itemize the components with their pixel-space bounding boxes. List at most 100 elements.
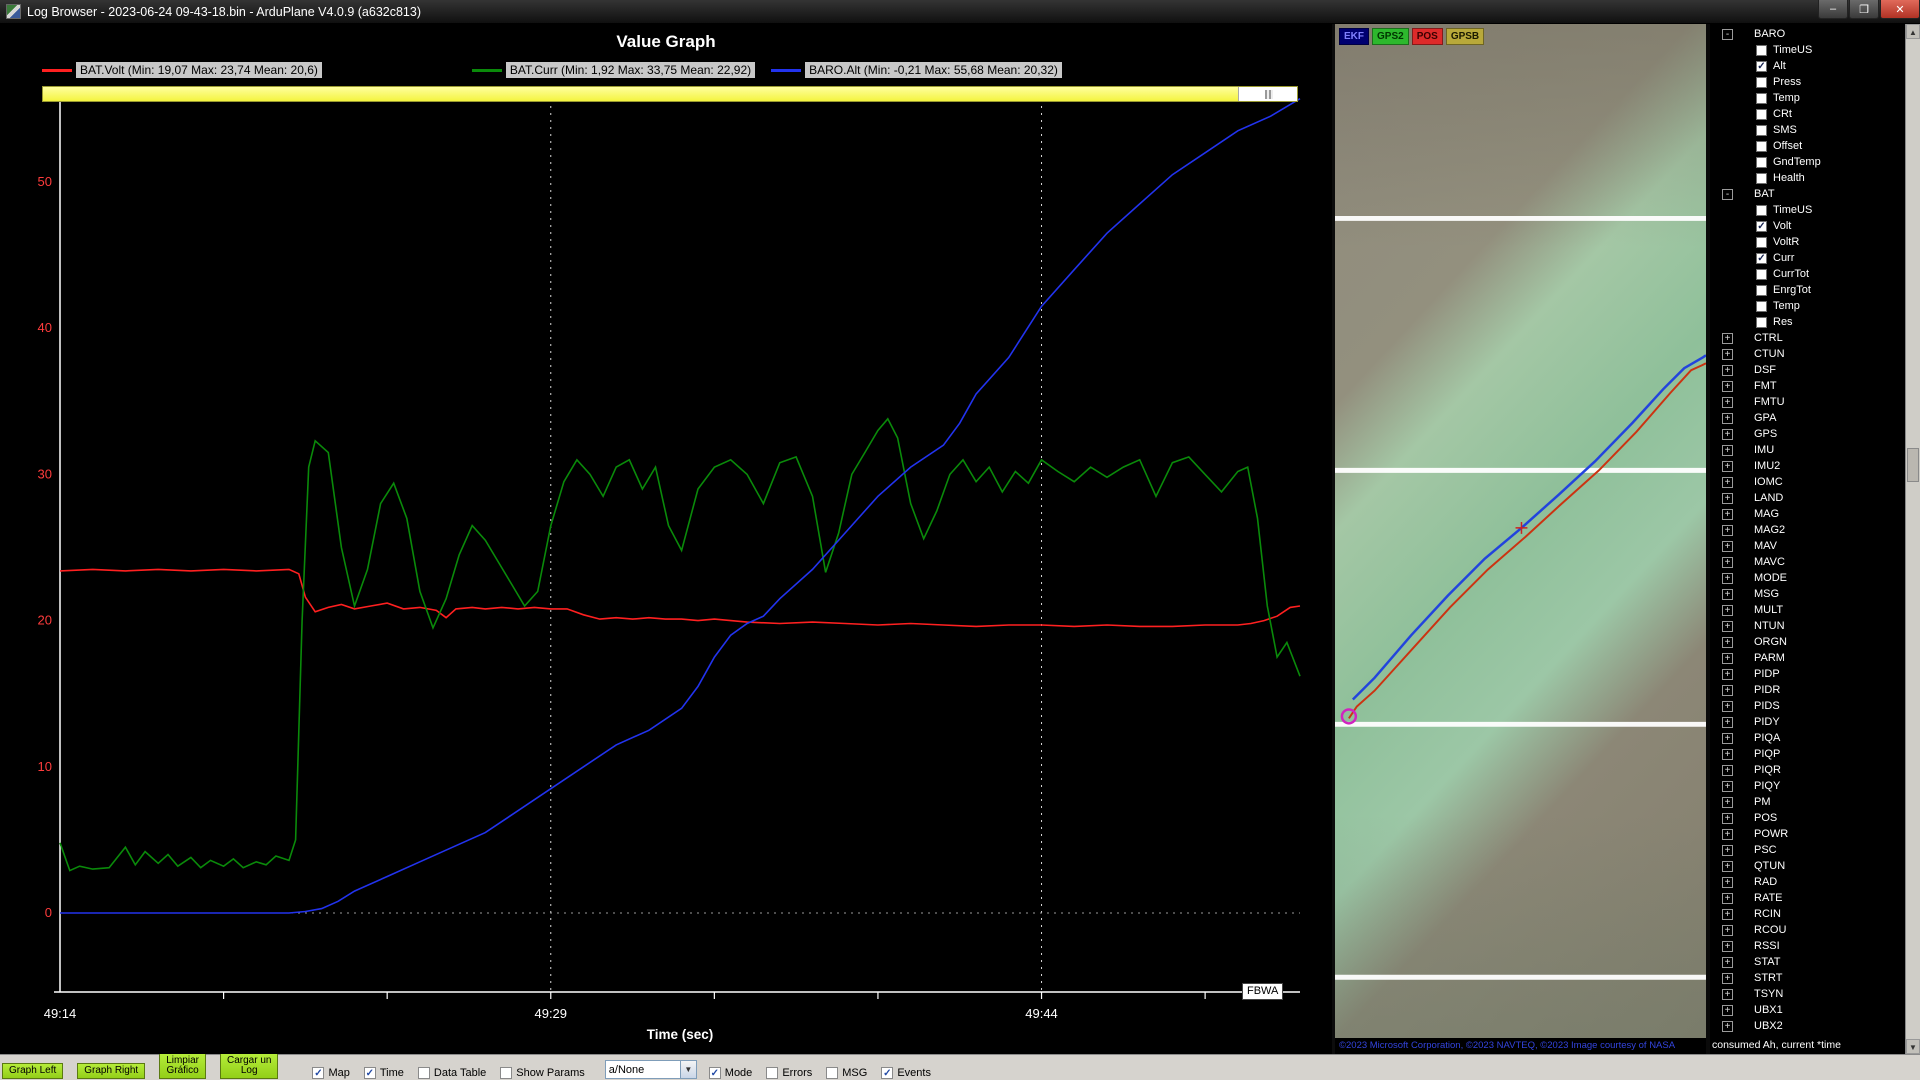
tree-group-FMTU[interactable]: +FMTU <box>1710 394 1905 410</box>
checkbox-icon[interactable] <box>826 1067 838 1079</box>
tree-group-MAG2[interactable]: +MAG2 <box>1710 522 1905 538</box>
expand-icon[interactable]: + <box>1722 685 1733 696</box>
scroll-down-icon[interactable]: ▼ <box>1906 1039 1920 1054</box>
tree-group-GPA[interactable]: +GPA <box>1710 410 1905 426</box>
map-canvas[interactable]: EKFGPS2POSGPSB <box>1335 24 1706 1038</box>
tree-item-BARO-GndTemp[interactable]: GndTemp <box>1710 154 1905 170</box>
expand-icon[interactable]: + <box>1722 733 1733 744</box>
tree-scrollbar[interactable]: ▲ ▼ <box>1905 24 1920 1054</box>
tree-group-RCIN[interactable]: +RCIN <box>1710 906 1905 922</box>
expand-icon[interactable]: + <box>1722 765 1733 776</box>
expand-icon[interactable]: + <box>1722 749 1733 760</box>
expand-icon[interactable]: + <box>1722 621 1733 632</box>
tree-item-BAT-Temp[interactable]: Temp <box>1710 298 1905 314</box>
map-button-ekf[interactable]: EKF <box>1339 28 1369 45</box>
tree-group-UBX2[interactable]: +UBX2 <box>1710 1018 1905 1034</box>
chevron-down-icon[interactable]: ▼ <box>680 1061 696 1078</box>
tree-group-PSC[interactable]: +PSC <box>1710 842 1905 858</box>
scroll-up-icon[interactable]: ▲ <box>1906 24 1920 39</box>
expand-icon[interactable]: + <box>1722 365 1733 376</box>
expand-icon[interactable]: + <box>1722 461 1733 472</box>
collapse-icon[interactable]: - <box>1722 189 1733 200</box>
zoom-scrollbar[interactable] <box>42 86 1298 102</box>
mode-filter-dropdown[interactable]: a/None ▼ <box>605 1060 697 1079</box>
checkbox-checked-icon[interactable]: ✓ <box>312 1067 324 1079</box>
tree-item-BARO-Offset[interactable]: Offset <box>1710 138 1905 154</box>
checkbox-icon[interactable] <box>1756 301 1767 312</box>
expand-icon[interactable]: + <box>1722 605 1733 616</box>
map-button-gps2[interactable]: GPS2 <box>1372 28 1409 45</box>
checkbox-checked-icon[interactable]: ✓ <box>1756 221 1767 232</box>
toolbar-check-msg[interactable]: MSG <box>826 1067 867 1079</box>
expand-icon[interactable]: + <box>1722 349 1733 360</box>
tree-item-BARO-Health[interactable]: Health <box>1710 170 1905 186</box>
expand-icon[interactable]: + <box>1722 861 1733 872</box>
checkbox-checked-icon[interactable]: ✓ <box>881 1067 893 1079</box>
checkbox-icon[interactable] <box>1756 157 1767 168</box>
toolbar-button-cargar-un[interactable]: Cargar un Log <box>220 1053 278 1079</box>
checkbox-icon[interactable] <box>1756 317 1767 328</box>
expand-icon[interactable]: + <box>1722 957 1733 968</box>
tree-item-BARO-CRt[interactable]: CRt <box>1710 106 1905 122</box>
expand-icon[interactable]: + <box>1722 701 1733 712</box>
expand-icon[interactable]: + <box>1722 813 1733 824</box>
expand-icon[interactable]: + <box>1722 477 1733 488</box>
tree-group-IMU[interactable]: +IMU <box>1710 442 1905 458</box>
checkbox-icon[interactable] <box>1756 269 1767 280</box>
tree-group-POS[interactable]: +POS <box>1710 810 1905 826</box>
tree-group-BARO[interactable]: -BARO <box>1710 26 1905 42</box>
checkbox-checked-icon[interactable]: ✓ <box>709 1067 721 1079</box>
tree-group-NTUN[interactable]: +NTUN <box>1710 618 1905 634</box>
expand-icon[interactable]: + <box>1722 893 1733 904</box>
expand-icon[interactable]: + <box>1722 797 1733 808</box>
toolbar-button-limpiar[interactable]: Limpiar Gráfico <box>159 1053 206 1079</box>
checkbox-icon[interactable] <box>1756 45 1767 56</box>
expand-icon[interactable]: + <box>1722 653 1733 664</box>
expand-icon[interactable]: + <box>1722 525 1733 536</box>
scrollbar-thumb[interactable] <box>1907 448 1919 482</box>
tree-group-MODE[interactable]: +MODE <box>1710 570 1905 586</box>
tree-group-PIDS[interactable]: +PIDS <box>1710 698 1905 714</box>
expand-icon[interactable]: + <box>1722 717 1733 728</box>
checkbox-icon[interactable] <box>766 1067 778 1079</box>
checkbox-icon[interactable] <box>1756 285 1767 296</box>
toolbar-check-mode[interactable]: ✓Mode <box>709 1067 753 1079</box>
tree-group-IOMC[interactable]: +IOMC <box>1710 474 1905 490</box>
expand-icon[interactable]: + <box>1722 877 1733 888</box>
expand-icon[interactable]: + <box>1722 941 1733 952</box>
checkbox-checked-icon[interactable]: ✓ <box>1756 253 1767 264</box>
expand-icon[interactable]: + <box>1722 669 1733 680</box>
zoom-selected-range[interactable] <box>43 87 1239 101</box>
tree-item-BAT-VoltR[interactable]: VoltR <box>1710 234 1905 250</box>
tree-item-BAT-Res[interactable]: Res <box>1710 314 1905 330</box>
expand-icon[interactable]: + <box>1722 493 1733 504</box>
tree-group-RSSI[interactable]: +RSSI <box>1710 938 1905 954</box>
collapse-icon[interactable]: - <box>1722 29 1733 40</box>
checkbox-checked-icon[interactable]: ✓ <box>1756 61 1767 72</box>
tree-group-PARM[interactable]: +PARM <box>1710 650 1905 666</box>
expand-icon[interactable]: + <box>1722 413 1733 424</box>
expand-icon[interactable]: + <box>1722 573 1733 584</box>
checkbox-icon[interactable] <box>1756 173 1767 184</box>
checkbox-icon[interactable] <box>1756 237 1767 248</box>
tree-item-BAT-Volt[interactable]: ✓Volt <box>1710 218 1905 234</box>
tree-group-TSYN[interactable]: +TSYN <box>1710 986 1905 1002</box>
maximize-button[interactable]: ❐ <box>1849 0 1879 19</box>
expand-icon[interactable]: + <box>1722 445 1733 456</box>
checkbox-icon[interactable] <box>1756 93 1767 104</box>
tree-group-QTUN[interactable]: +QTUN <box>1710 858 1905 874</box>
minimize-button[interactable]: – <box>1818 0 1848 19</box>
tree-group-LAND[interactable]: +LAND <box>1710 490 1905 506</box>
tree-item-BARO-Press[interactable]: Press <box>1710 74 1905 90</box>
tree-item-BARO-SMS[interactable]: SMS <box>1710 122 1905 138</box>
expand-icon[interactable]: + <box>1722 1005 1733 1016</box>
expand-icon[interactable]: + <box>1722 429 1733 440</box>
checkbox-icon[interactable] <box>1756 77 1767 88</box>
close-button[interactable]: ✕ <box>1880 0 1920 19</box>
checkbox-checked-icon[interactable]: ✓ <box>364 1067 376 1079</box>
tree-group-MAV[interactable]: +MAV <box>1710 538 1905 554</box>
tree-group-CTUN[interactable]: +CTUN <box>1710 346 1905 362</box>
expand-icon[interactable]: + <box>1722 829 1733 840</box>
tree-group-STRT[interactable]: +STRT <box>1710 970 1905 986</box>
tree-item-BARO-TimeUS[interactable]: TimeUS <box>1710 42 1905 58</box>
